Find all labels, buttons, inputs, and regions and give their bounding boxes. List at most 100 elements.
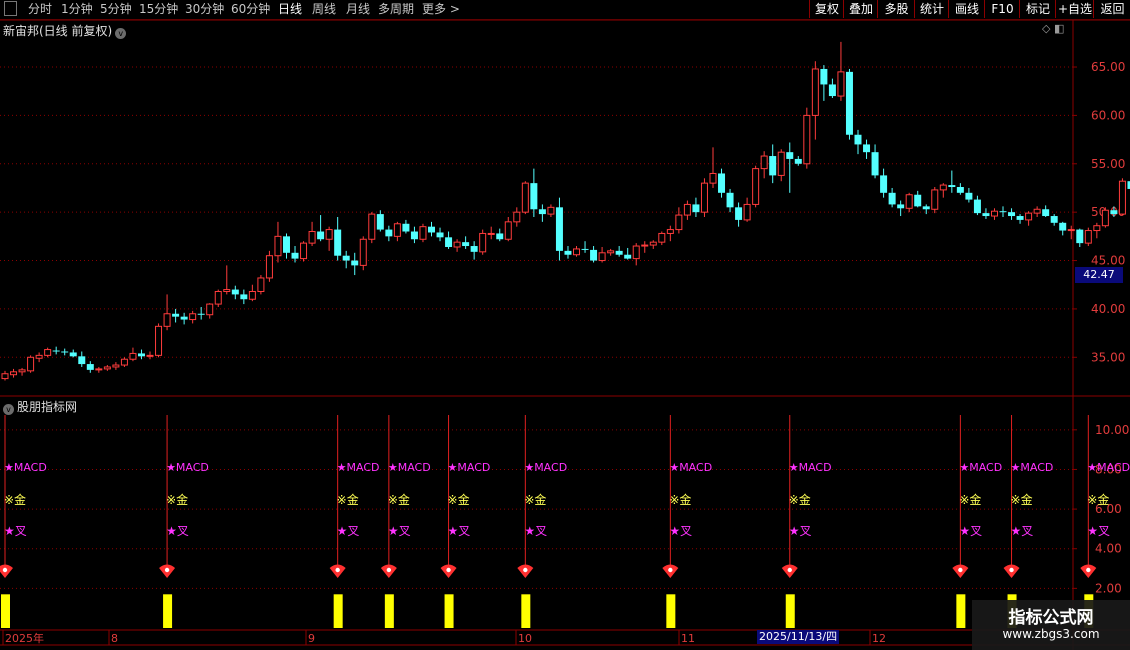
candle-body-down bbox=[735, 207, 743, 220]
date-label: 9 bbox=[308, 632, 315, 645]
signal-macd-text: ★MACD bbox=[959, 461, 1002, 474]
date-label: 11 bbox=[681, 632, 695, 645]
signal-cross-text: ★叉 bbox=[4, 524, 27, 538]
candle-body-down bbox=[820, 68, 828, 85]
signal-gold-text: ※金 bbox=[1087, 492, 1109, 507]
signal-macd-text: ★MACD bbox=[4, 461, 47, 474]
signal-marker-dot bbox=[523, 567, 528, 573]
candle-body-down bbox=[871, 152, 879, 176]
candle-body-down bbox=[385, 229, 393, 237]
candle-body-down bbox=[78, 356, 86, 365]
candle-body-up bbox=[683, 203, 691, 216]
candle-body-up bbox=[35, 354, 43, 359]
signal-cross-text: ★叉 bbox=[388, 524, 411, 538]
candle-body-up bbox=[419, 226, 427, 240]
signal-marker-dot bbox=[787, 567, 792, 573]
signal-bar bbox=[666, 594, 676, 628]
candle-body-down bbox=[197, 313, 205, 315]
candle-body-up bbox=[632, 245, 640, 260]
candle-body-up bbox=[95, 368, 103, 371]
indicator-title[interactable]: v 股朋指标网 bbox=[3, 398, 77, 415]
candle-body-down bbox=[470, 246, 478, 252]
candle-body-down bbox=[624, 254, 632, 259]
signal-macd-text: ★MACD bbox=[337, 461, 380, 474]
signal-gold-text: ※金 bbox=[789, 492, 811, 507]
candle-body-down bbox=[61, 351, 69, 353]
candle-body-up bbox=[223, 289, 231, 293]
candle-body-down bbox=[1076, 229, 1084, 244]
signal-bar bbox=[521, 594, 531, 628]
candle-body-up bbox=[155, 325, 163, 356]
candle-body-up bbox=[811, 68, 819, 116]
indicator-tick-label: 10.00 bbox=[1095, 423, 1129, 437]
candle-body-up bbox=[513, 211, 521, 223]
chevron-down-icon[interactable]: v bbox=[3, 404, 14, 415]
candle-body-up bbox=[1101, 209, 1109, 227]
signal-bar bbox=[333, 594, 343, 628]
signal-bar bbox=[956, 594, 966, 628]
signal-marker-dot bbox=[386, 567, 392, 573]
candle-body-up bbox=[1033, 208, 1041, 214]
watermark-url: www.zbgs3.com bbox=[1002, 627, 1100, 641]
price-tick-label: 35.00 bbox=[1091, 350, 1125, 364]
signal-cross-text: ★叉 bbox=[789, 524, 812, 538]
candle-body-down bbox=[1110, 210, 1118, 215]
signal-gold-text: ※金 bbox=[4, 492, 26, 507]
signal-gold-text: ※金 bbox=[524, 492, 546, 507]
candle-body-up bbox=[504, 221, 512, 240]
current-price-tag: 42.47 bbox=[1075, 267, 1123, 283]
candle-body-down bbox=[880, 175, 888, 193]
candle-body-up bbox=[547, 206, 555, 215]
candle-body-down bbox=[402, 223, 410, 232]
candle-body-down bbox=[137, 353, 145, 357]
signal-bar bbox=[1, 594, 10, 628]
candle-body-down bbox=[863, 144, 871, 153]
chart-area[interactable]: 65.0060.0055.0050.0045.0040.0035.0010.00… bbox=[0, 0, 1130, 650]
signal-cross-text: ★叉 bbox=[524, 524, 547, 538]
candle-body-down bbox=[982, 213, 990, 217]
candle-body-up bbox=[274, 235, 282, 257]
candle-body-up bbox=[1118, 180, 1126, 215]
candle-body-up bbox=[837, 71, 845, 97]
candle-body-up bbox=[760, 155, 768, 170]
candle-body-up bbox=[1, 373, 9, 380]
price-tick-label: 40.00 bbox=[1091, 302, 1125, 316]
candle-body-down bbox=[1042, 209, 1050, 217]
candle-body-down bbox=[581, 248, 589, 250]
signal-gold-text: ※金 bbox=[669, 492, 691, 507]
candle-body-up bbox=[325, 229, 333, 240]
candle-body-up bbox=[1025, 212, 1033, 221]
watermark-title: 指标公式网 bbox=[1008, 608, 1094, 628]
candle-body-up bbox=[931, 189, 939, 210]
candle-body-up bbox=[112, 364, 120, 368]
candle-body-down bbox=[69, 352, 77, 357]
candle-body-down bbox=[615, 250, 623, 255]
candle-body-up bbox=[248, 291, 256, 300]
signal-gold-text: ※金 bbox=[959, 492, 981, 507]
indicator-title-text: 股朋指标网 bbox=[17, 400, 78, 414]
signal-gold-text: ※金 bbox=[448, 492, 470, 507]
candle-body-up bbox=[257, 277, 265, 293]
candle-body-up bbox=[44, 349, 52, 356]
candle-body-down bbox=[351, 260, 359, 266]
signal-macd-text: ★MACD bbox=[166, 461, 209, 474]
signal-macd-text: ★MACD bbox=[448, 461, 491, 474]
signal-gold-text: ※金 bbox=[1011, 492, 1033, 507]
signal-cross-text: ★叉 bbox=[448, 524, 471, 538]
candle-body-up bbox=[573, 248, 581, 256]
candle-body-up bbox=[607, 250, 615, 254]
candle-body-down bbox=[240, 294, 248, 300]
candle-body-down bbox=[922, 206, 930, 210]
indicator-tick-label: 2.00 bbox=[1095, 581, 1122, 595]
candle-body-down bbox=[692, 204, 700, 213]
cursor-date-tag: 2025/11/13/四 bbox=[757, 630, 840, 644]
signal-marker-dot bbox=[335, 567, 340, 573]
candle-body-up bbox=[146, 354, 154, 357]
candle-body-up bbox=[598, 252, 606, 262]
date-label: 10 bbox=[518, 632, 532, 645]
candle-body-down bbox=[845, 71, 853, 135]
candle-body-up bbox=[990, 210, 998, 217]
signal-marker-dot bbox=[2, 567, 8, 573]
candle-body-down bbox=[180, 316, 188, 320]
date-label: 2025年 bbox=[5, 631, 44, 645]
